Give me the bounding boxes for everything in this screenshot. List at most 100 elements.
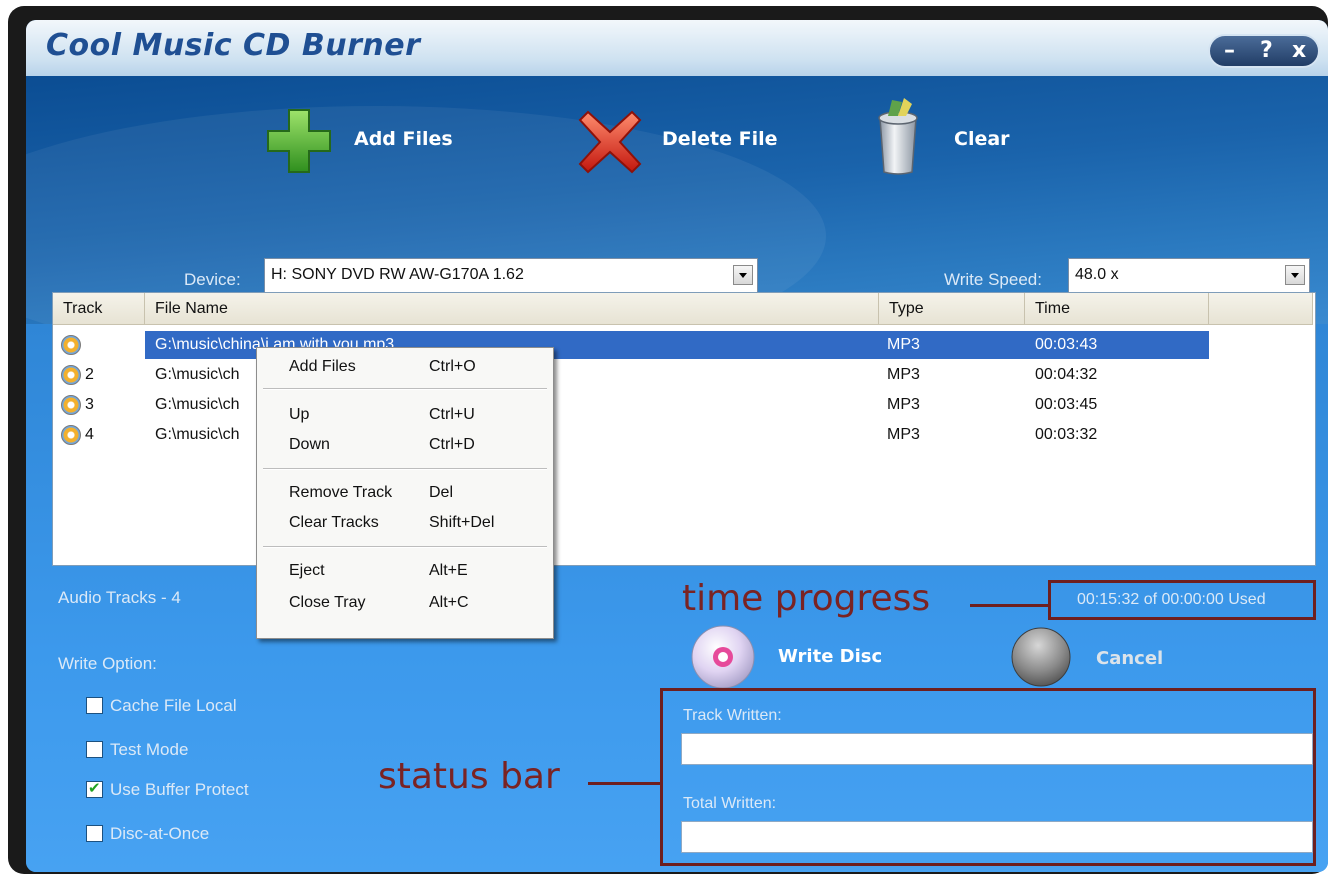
option-label: Test Mode xyxy=(110,740,189,759)
menu-item-eject[interactable]: Eject Alt+E xyxy=(257,556,553,586)
app-window: Cool Music CD Burner – ? x Add Files Del… xyxy=(26,20,1328,872)
minimize-button[interactable]: – xyxy=(1224,38,1235,64)
menu-item-label: Close Tray xyxy=(289,594,366,611)
option-label: Cache File Local xyxy=(110,696,237,715)
checkbox[interactable] xyxy=(86,741,103,758)
track-written-label: Track Written: xyxy=(683,707,782,724)
table-row[interactable]: 3 G:\music\ch MP3 00:03:45 xyxy=(53,391,1313,419)
checkbox[interactable] xyxy=(86,825,103,842)
write-disc-button[interactable]: Write Disc xyxy=(690,624,910,690)
toolbar-area: Add Files Delete File Clear Device: H: S… xyxy=(26,76,1328,366)
trash-can-icon xyxy=(878,98,918,175)
table-row[interactable]: 1 G:\music\china\i am with you.mp3 MP3 0… xyxy=(53,331,1313,359)
option-disc-at-once[interactable]: Disc-at-Once xyxy=(86,822,346,846)
menu-item-close-tray[interactable]: Close Tray Alt+C xyxy=(257,588,553,618)
audio-tracks-count: Audio Tracks - 4 xyxy=(58,588,181,607)
write-speed-label: Write Speed: xyxy=(944,270,1042,289)
option-test-mode[interactable]: Test Mode xyxy=(86,738,346,762)
time-progress-readout: 00:15:32 of 00:00:00 Used xyxy=(1077,591,1266,608)
track-time: 00:03:32 xyxy=(1035,426,1098,443)
delete-x-icon xyxy=(578,110,642,174)
option-label: Use Buffer Protect xyxy=(110,780,249,799)
title-bar: Cool Music CD Burner – ? x xyxy=(26,20,1328,76)
file-type: MP3 xyxy=(887,426,920,443)
cancel-disc-icon xyxy=(1011,627,1071,687)
chevron-down-icon[interactable] xyxy=(733,265,753,285)
add-files-button[interactable]: Add Files xyxy=(266,104,466,178)
context-menu: Add Files Ctrl+O Up Ctrl+U Down Ctrl+D R… xyxy=(256,347,554,639)
menu-separator xyxy=(263,468,547,470)
write-speed-select[interactable]: 48.0 x xyxy=(1068,258,1310,294)
plus-icon xyxy=(267,109,331,173)
write-option-label: Write Option: xyxy=(58,654,157,673)
window-controls: – ? x xyxy=(1208,34,1320,68)
device-label: Device: xyxy=(184,270,241,289)
file-name: G:\music\ch xyxy=(155,426,240,443)
menu-item-label: Up xyxy=(289,406,310,423)
menu-item-add-files[interactable]: Add Files Ctrl+O xyxy=(257,352,553,382)
track-number: 2 xyxy=(85,366,94,383)
menu-item-clear-tracks[interactable]: Clear Tracks Shift+Del xyxy=(257,508,553,538)
checkbox[interactable] xyxy=(86,697,103,714)
menu-item-shortcut: Ctrl+D xyxy=(429,436,475,453)
option-cache-file-local[interactable]: Cache File Local xyxy=(86,694,346,718)
write-disc-label: Write Disc xyxy=(778,646,883,667)
annotation-connector xyxy=(588,782,660,785)
total-written-label: Total Written: xyxy=(683,795,777,812)
app-window-frame: Cool Music CD Burner – ? x Add Files Del… xyxy=(8,6,1328,874)
audio-cd-icon xyxy=(61,395,81,415)
close-button[interactable]: x xyxy=(1292,38,1306,64)
column-header-empty xyxy=(1209,293,1313,325)
menu-item-label: Down xyxy=(289,436,330,453)
menu-item-up[interactable]: Up Ctrl+U xyxy=(257,400,553,430)
menu-item-label: Clear Tracks xyxy=(289,514,379,531)
track-written-progress xyxy=(681,733,1313,765)
menu-separator xyxy=(263,546,547,548)
file-type: MP3 xyxy=(887,396,920,413)
track-time: 00:03:43 xyxy=(1035,336,1098,353)
menu-item-label: Eject xyxy=(289,562,325,579)
window-title: Cool Music CD Burner xyxy=(46,28,421,63)
column-header-file-name[interactable]: File Name xyxy=(145,293,879,325)
audio-cd-icon xyxy=(61,365,81,385)
annotation-time-progress: time progress xyxy=(682,578,931,619)
menu-item-label: Add Files xyxy=(289,358,356,375)
cancel-button[interactable]: Cancel xyxy=(1010,626,1190,688)
delete-file-label: Delete File xyxy=(662,128,778,150)
column-header-type[interactable]: Type xyxy=(879,293,1025,325)
menu-item-remove-track[interactable]: Remove Track Del xyxy=(257,478,553,508)
file-name: G:\music\ch xyxy=(155,396,240,413)
chevron-down-icon[interactable] xyxy=(1285,265,1305,285)
track-number: 4 xyxy=(85,426,94,443)
menu-item-shortcut: Alt+E xyxy=(429,562,468,579)
file-name: G:\music\ch xyxy=(155,366,240,383)
delete-file-button[interactable]: Delete File xyxy=(578,104,798,178)
table-row[interactable]: 2 G:\music\ch MP3 00:04:32 xyxy=(53,361,1313,389)
clear-label: Clear xyxy=(954,128,1010,150)
file-type: MP3 xyxy=(887,366,920,383)
table-row[interactable]: 4 G:\music\ch MP3 00:03:32 xyxy=(53,421,1313,449)
annotation-status-bar: status bar xyxy=(378,756,560,797)
track-time: 00:03:45 xyxy=(1035,396,1098,413)
track-number: 3 xyxy=(85,396,94,413)
track-list[interactable]: Track File Name Type Time 1 G:\music\chi… xyxy=(52,292,1316,566)
add-files-label: Add Files xyxy=(354,128,453,150)
track-number: 1 xyxy=(85,336,94,353)
annotation-box-status-bar: Track Written: Total Written: xyxy=(660,688,1316,866)
clear-button[interactable]: Clear xyxy=(874,96,1064,180)
write-speed-select-value: 48.0 x xyxy=(1075,266,1119,283)
device-select[interactable]: H: SONY DVD RW AW-G170A 1.62 xyxy=(264,258,758,294)
track-time: 00:04:32 xyxy=(1035,366,1098,383)
disc-icon xyxy=(691,625,755,689)
column-header-time[interactable]: Time xyxy=(1025,293,1209,325)
menu-item-down[interactable]: Down Ctrl+D xyxy=(257,430,553,460)
menu-item-label: Remove Track xyxy=(289,484,393,501)
audio-cd-icon xyxy=(61,335,81,355)
menu-item-shortcut: Ctrl+O xyxy=(429,358,476,375)
checkbox-checked[interactable] xyxy=(86,779,103,798)
option-label: Disc-at-Once xyxy=(110,824,210,843)
file-type: MP3 xyxy=(887,336,920,353)
column-header-track[interactable]: Track xyxy=(53,293,145,325)
help-button[interactable]: ? xyxy=(1260,38,1273,64)
option-use-buffer-protect[interactable]: Use Buffer Protect xyxy=(86,778,346,802)
